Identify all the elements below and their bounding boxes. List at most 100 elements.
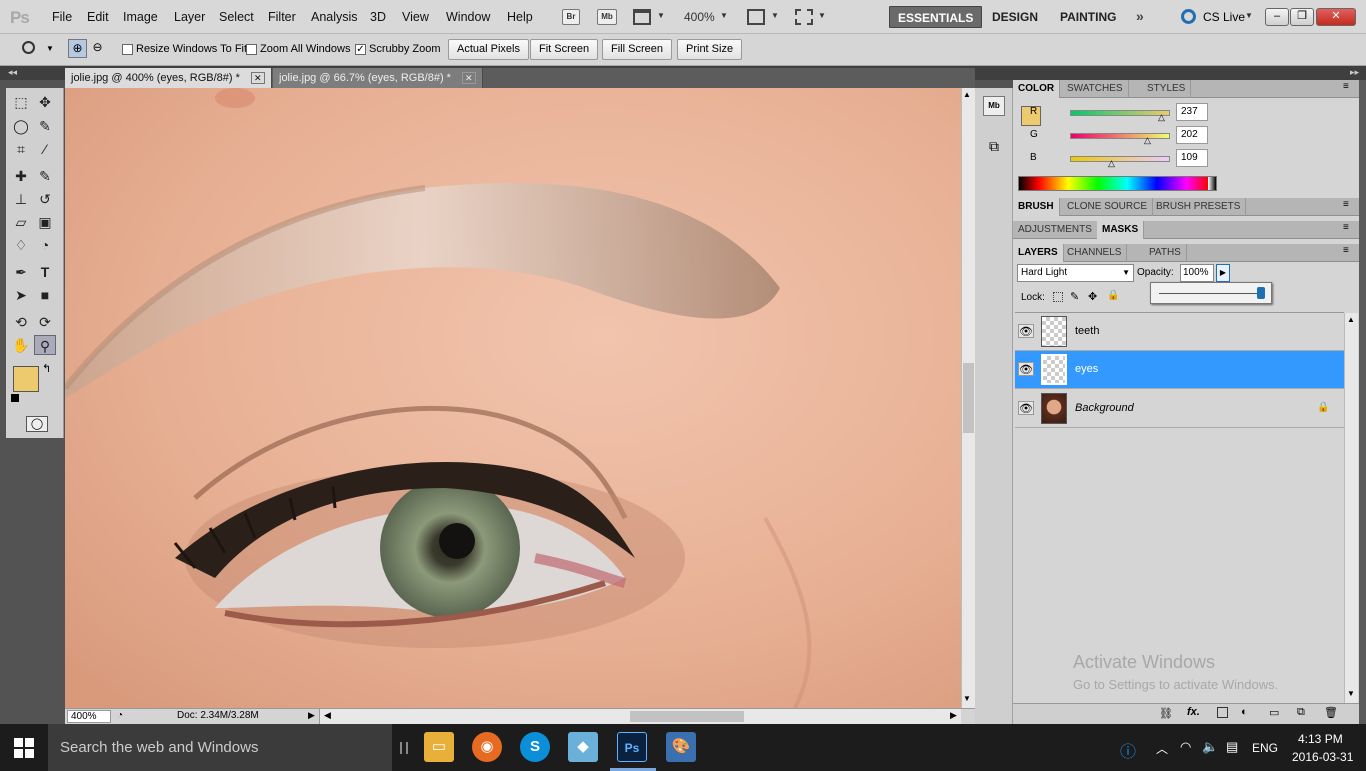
menu-file[interactable]: File: [52, 10, 72, 24]
close-tab-icon[interactable]: ✕: [462, 72, 476, 84]
panel-menu-icon[interactable]: ≡: [1343, 222, 1349, 233]
r-slider[interactable]: R △: [1030, 106, 1170, 122]
document-tab[interactable]: jolie.jpg @ 66.7% (eyes, RGB/8#) * ✕: [273, 68, 483, 88]
g-value-input[interactable]: 202: [1176, 126, 1208, 144]
history-brush-tool-icon[interactable]: ↺: [34, 189, 56, 209]
opacity-slider-toggle-icon[interactable]: ▶: [1216, 264, 1230, 282]
menu-help[interactable]: Help: [507, 10, 533, 24]
document-tab-active[interactable]: jolie.jpg @ 400% (eyes, RGB/8#) * ✕: [65, 68, 272, 88]
tab-swatches[interactable]: SWATCHES: [1062, 80, 1129, 98]
foreground-color-swatch[interactable]: [13, 366, 39, 392]
adjustment-layer-icon[interactable]: ◐: [1241, 706, 1248, 718]
panel-scrollbar[interactable]: [1359, 80, 1366, 724]
crop-tool-icon[interactable]: ⌗: [10, 139, 32, 159]
close-button[interactable]: ✕: [1316, 8, 1356, 26]
zoom-tool-preset-icon[interactable]: [22, 41, 35, 54]
lasso-tool-icon[interactable]: ◯: [10, 116, 32, 136]
expand-arrows-icon[interactable]: ▸▸: [1350, 67, 1359, 78]
scrubby-zoom-checkbox[interactable]: ✓ Scrubby Zoom: [355, 43, 441, 55]
blur-tool-icon[interactable]: ♢: [10, 235, 32, 255]
layer-style-icon[interactable]: fx.: [1187, 706, 1200, 718]
scroll-up-icon[interactable]: ▲: [1347, 315, 1355, 324]
actual-pixels-button[interactable]: Actual Pixels: [448, 39, 529, 60]
chevron-down-icon[interactable]: ▼: [720, 11, 728, 20]
resize-windows-checkbox[interactable]: Resize Windows To Fit: [122, 43, 247, 55]
layer-name[interactable]: teeth: [1075, 325, 1099, 337]
tab-masks[interactable]: MASKS: [1097, 221, 1145, 239]
r-value-input[interactable]: 237: [1176, 103, 1208, 121]
history-icon[interactable]: ⧉: [983, 138, 1005, 158]
chevron-down-icon[interactable]: ▼: [46, 44, 54, 53]
taskbar-search[interactable]: Search the web and Windows: [48, 724, 392, 771]
more-workspaces-icon[interactable]: »: [1136, 8, 1144, 24]
type-tool-icon[interactable]: T: [34, 262, 56, 282]
b-slider[interactable]: B △: [1030, 152, 1170, 168]
chevron-down-icon[interactable]: ▼: [657, 11, 665, 20]
zoom-out-icon[interactable]: ⊖: [88, 39, 107, 58]
scroll-right-icon[interactable]: ▶: [950, 710, 957, 721]
document-canvas[interactable]: [65, 88, 961, 708]
lock-position-icon[interactable]: ✥: [1088, 290, 1097, 303]
eye-icon[interactable]: 👁: [1018, 362, 1034, 376]
add-mask-icon[interactable]: [1217, 707, 1228, 718]
horizontal-scrollbar[interactable]: ◀ ▶: [319, 709, 961, 724]
color-spectrum-bar[interactable]: [1018, 176, 1217, 191]
blend-mode-select[interactable]: Hard Light ▼: [1017, 264, 1134, 282]
marquee-tool-icon[interactable]: ⬚: [10, 92, 32, 112]
healing-brush-tool-icon[interactable]: ✚: [10, 166, 32, 186]
workspace-design[interactable]: DESIGN: [984, 6, 1046, 28]
chevron-down-icon[interactable]: ▼: [818, 11, 826, 20]
menu-edit[interactable]: Edit: [87, 10, 109, 24]
panel-menu-icon[interactable]: ≡: [1343, 245, 1349, 256]
link-layers-icon[interactable]: ⛓: [1159, 707, 1173, 720]
cs-live-icon[interactable]: [1181, 9, 1196, 24]
layer-name[interactable]: Background: [1075, 402, 1134, 414]
checkbox-box[interactable]: ✓: [355, 43, 366, 55]
eraser-tool-icon[interactable]: ▱: [10, 212, 32, 232]
move-tool-icon[interactable]: ✥: [34, 92, 56, 112]
new-layer-icon[interactable]: ⧉: [1297, 706, 1305, 719]
menu-filter[interactable]: Filter: [268, 10, 296, 24]
tab-styles[interactable]: STYLES: [1142, 80, 1192, 98]
workspace-essentials[interactable]: ESSENTIALS: [889, 6, 983, 28]
layers-scrollbar[interactable]: ▲ ▼: [1344, 313, 1358, 703]
opacity-slider-popup[interactable]: [1150, 282, 1272, 304]
start-button[interactable]: [14, 738, 34, 758]
layer-row[interactable]: 👁 Background 🔒: [1015, 390, 1344, 428]
task-view-icon[interactable]: [400, 742, 408, 754]
b-value-input[interactable]: 109: [1176, 149, 1208, 167]
lock-image-icon[interactable]: ✎: [1070, 290, 1079, 303]
opacity-slider-handle[interactable]: [1257, 287, 1265, 299]
layer-row-selected[interactable]: 👁 eyes: [1015, 351, 1344, 389]
menu-view[interactable]: View: [402, 10, 429, 24]
fit-screen-button[interactable]: Fit Screen: [530, 39, 599, 60]
cs-live-button[interactable]: CS Live: [1203, 10, 1245, 24]
zoom-in-icon[interactable]: ⊕: [68, 39, 87, 58]
zoom-level[interactable]: 400%: [684, 10, 715, 24]
eyedropper-tool-icon[interactable]: ⁄: [34, 139, 56, 159]
arrange-documents-icon[interactable]: [747, 9, 765, 25]
menu-3d[interactable]: 3D: [370, 10, 386, 24]
tab-layers[interactable]: LAYERS: [1013, 244, 1064, 262]
menu-layer[interactable]: Layer: [174, 10, 205, 24]
mini-bridge-button[interactable]: Mb: [597, 9, 617, 25]
slider-handle-icon[interactable]: △: [1108, 158, 1115, 169]
menu-analysis[interactable]: Analysis: [311, 10, 358, 24]
tab-brush-presets[interactable]: BRUSH PRESETS: [1151, 198, 1247, 216]
tab-clone-source[interactable]: CLONE SOURCE: [1062, 198, 1154, 216]
clock-date[interactable]: 2016-03-31: [1292, 750, 1353, 764]
hand-tool-icon[interactable]: ✋: [10, 335, 32, 355]
print-size-button[interactable]: Print Size: [677, 39, 743, 60]
path-selection-tool-icon[interactable]: ➤: [10, 285, 32, 305]
menu-select[interactable]: Select: [219, 10, 254, 24]
checkbox-box[interactable]: [246, 43, 257, 55]
zoom-all-windows-checkbox[interactable]: Zoom All Windows: [246, 43, 350, 55]
clone-stamp-tool-icon[interactable]: ⊥: [10, 189, 32, 209]
layer-name[interactable]: eyes: [1075, 363, 1098, 375]
tab-brush[interactable]: BRUSH: [1013, 198, 1060, 216]
file-explorer-icon[interactable]: ▭: [424, 732, 454, 762]
workspace-painting[interactable]: PAINTING: [1052, 6, 1124, 28]
scroll-down-icon[interactable]: ▼: [1347, 689, 1355, 698]
mini-bridge-icon[interactable]: Mb: [983, 96, 1005, 116]
gradient-tool-icon[interactable]: ▣: [34, 212, 56, 232]
